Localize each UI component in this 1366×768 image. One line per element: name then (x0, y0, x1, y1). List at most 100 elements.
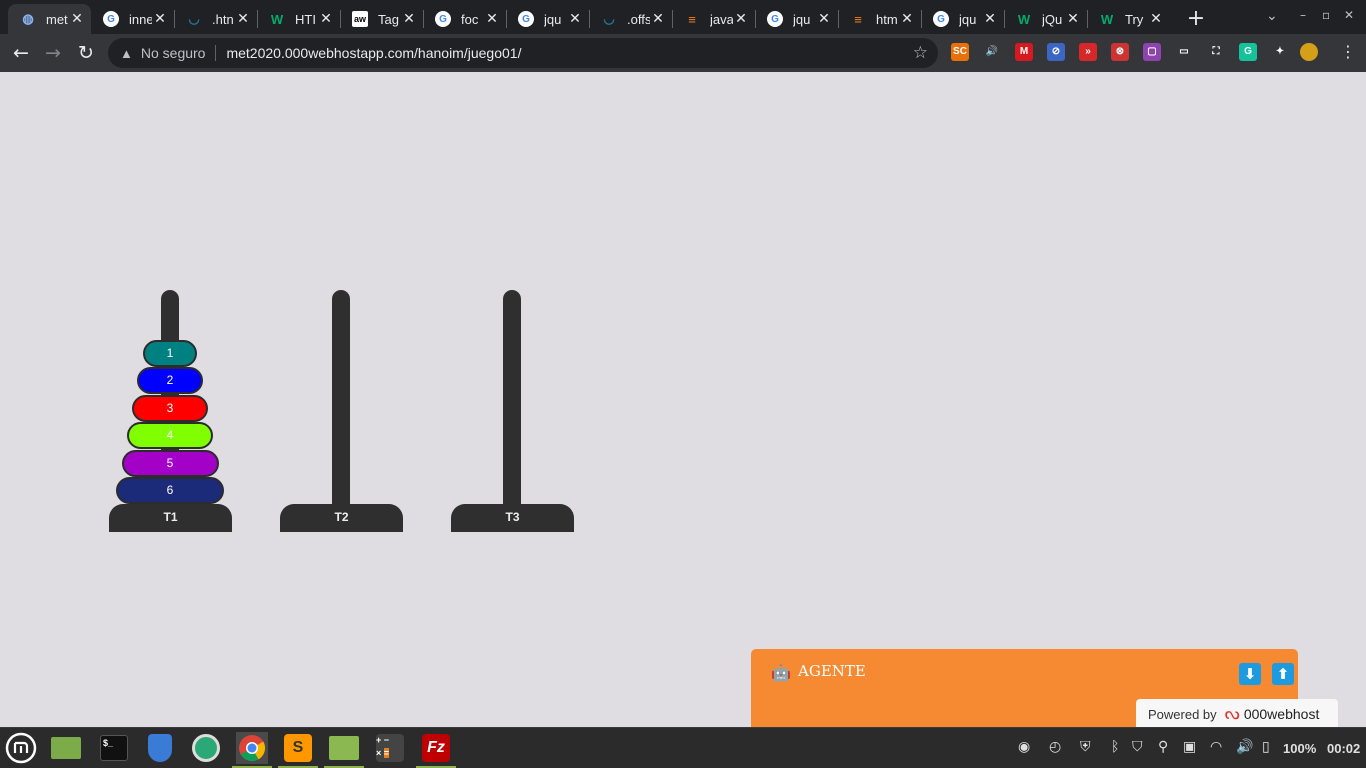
volume-icon[interactable]: 🔊 (1236, 738, 1253, 755)
new-tab-button[interactable]: + (1185, 6, 1207, 31)
wifi-icon[interactable]: ◠ (1210, 738, 1222, 755)
bookmark-star-icon[interactable]: ☆ (913, 43, 928, 63)
screenshot-icon[interactable]: ⛶ (1207, 43, 1225, 61)
restore-button[interactable]: ▫ (1322, 8, 1330, 22)
puzzle-icon[interactable]: ✦ (1271, 43, 1289, 61)
browser-tab[interactable]: Ginne ✕ (91, 4, 174, 34)
blocker-icon[interactable]: ⊗ (1111, 43, 1129, 61)
forward-icon[interactable]: → (40, 40, 66, 66)
no-tracking-icon[interactable]: ⊘ (1047, 43, 1065, 61)
tower-rod (332, 290, 350, 510)
tab-close-icon[interactable]: ✕ (1148, 11, 1164, 27)
file-manager-icon[interactable] (324, 732, 364, 768)
vpn-shield-icon[interactable] (144, 732, 176, 764)
tab-close-icon[interactable]: ✕ (484, 11, 500, 27)
tab-close-icon[interactable]: ✕ (235, 11, 251, 27)
powered-by-badge[interactable]: Powered by ᔓ 000webhost (1136, 699, 1338, 729)
agent-up-button[interactable]: ⬆ (1272, 663, 1294, 685)
google-icon: G (518, 11, 534, 27)
tab-close-icon[interactable]: ✕ (733, 11, 749, 27)
disk-4[interactable]: 4 (127, 422, 213, 450)
disk-5[interactable]: 5 (121, 449, 219, 477)
tab-close-icon[interactable]: ✕ (816, 11, 832, 27)
update-shield-icon[interactable]: ⛉ (1132, 738, 1143, 755)
webhost-logo-icon: ᔓ (1224, 704, 1240, 723)
battery-icon[interactable]: ▯ (1262, 738, 1270, 755)
speaker-icon[interactable]: 🔊 (983, 43, 1001, 61)
mendeley-icon[interactable]: M (1015, 43, 1033, 61)
show-desktop-icon[interactable] (50, 732, 82, 764)
tower-t3[interactable]: T3 (451, 290, 574, 532)
w3schools-icon: W (1100, 11, 1114, 27)
tab-close-icon[interactable]: ✕ (1065, 11, 1081, 27)
browser-tab[interactable]: WjQu ✕ (1004, 4, 1087, 34)
minimize-button[interactable]: – (1300, 8, 1306, 22)
disk-6[interactable]: 6 (116, 477, 224, 504)
browser-tab[interactable]: ≡ java ✕ (672, 4, 755, 34)
clock-time[interactable]: 00:02 (1327, 741, 1360, 756)
mint-menu-icon[interactable] (5, 732, 37, 764)
tower-base[interactable]: T3 (451, 504, 574, 532)
tab-close-icon[interactable]: ✕ (650, 11, 666, 27)
robot-icon: 🤖 (771, 663, 791, 682)
reload-icon[interactable]: ↻ (73, 40, 99, 66)
battery-percent[interactable]: 100% (1283, 741, 1316, 756)
close-window-button[interactable]: ✕ (1344, 8, 1354, 22)
browser-tab[interactable]: ◍ met ✕ (8, 4, 91, 34)
calculator-icon[interactable]: + − × = (374, 732, 406, 764)
tab-title: Try (1125, 11, 1144, 27)
disk-3[interactable]: 3 (132, 394, 208, 422)
tab-close-icon[interactable]: ✕ (567, 11, 583, 27)
tab-search-icon[interactable]: ⌄ (1266, 8, 1278, 24)
browser-tab[interactable]: Gjqu ✕ (921, 4, 1004, 34)
sync-app-icon[interactable] (190, 732, 222, 764)
browser-tab[interactable]: ◡ .offs ✕ (589, 4, 672, 34)
browser-menu-icon[interactable]: ⋮ (1340, 42, 1356, 61)
tab-close-icon[interactable]: ✕ (982, 11, 998, 27)
filezilla-icon[interactable]: Fz (416, 732, 456, 768)
security-label[interactable]: No seguro (141, 45, 206, 61)
browser-tab[interactable]: ≡ htm ✕ (838, 4, 921, 34)
square-ext-icon[interactable]: ▢ (1143, 43, 1161, 61)
fast-forward-icon[interactable]: » (1079, 43, 1097, 61)
clock-app-icon[interactable]: ◴ (1049, 738, 1061, 755)
disk-2[interactable]: 2 (137, 367, 203, 395)
tab-close-icon[interactable]: ✕ (401, 11, 417, 27)
chrome-taskbar-icon[interactable] (232, 732, 272, 768)
browser-tab[interactable]: Gfoc ✕ (423, 4, 506, 34)
notes-icon[interactable]: ▣ (1183, 738, 1196, 755)
sublime-text-icon[interactable]: S (278, 732, 318, 768)
bluetooth-icon[interactable]: ᛒ (1111, 738, 1119, 754)
cast-icon[interactable]: ▭ (1175, 43, 1193, 61)
tab-title: met (46, 11, 68, 27)
warning-icon[interactable]: ▲ (120, 46, 133, 61)
browser-tab[interactable]: Gjqu ✕ (506, 4, 589, 34)
tab-close-icon[interactable]: ✕ (899, 11, 915, 27)
browser-tab[interactable]: Gjqu ✕ (755, 4, 838, 34)
redshift-icon[interactable]: ⚲ (1158, 738, 1168, 755)
disk-1[interactable]: 1 (143, 340, 197, 367)
shield-tray-icon[interactable]: ⛨ (1080, 738, 1091, 755)
screen-record-icon[interactable]: ◉ (1018, 738, 1030, 755)
profile-avatar[interactable] (1300, 43, 1318, 61)
tab-close-icon[interactable]: ✕ (152, 11, 168, 27)
url-text[interactable]: met2020.000webhostapp.com/hanoim/juego01… (226, 45, 521, 61)
sc-extension-icon[interactable]: SC (951, 43, 969, 61)
grammarly-icon[interactable]: G (1239, 43, 1257, 61)
address-bar[interactable]: ▲ No seguro met2020.000webhostapp.com/ha… (108, 38, 938, 68)
tower-base[interactable]: T1 (109, 504, 232, 532)
tower-base[interactable]: T2 (280, 504, 403, 532)
tower-t1[interactable]: T1 1 2 3 4 5 6 (109, 290, 232, 532)
agent-down-button[interactable]: ⬇ (1239, 663, 1261, 685)
browser-tab[interactable]: W Try ✕ (1087, 4, 1170, 34)
browser-tab[interactable]: aw Tag ✕ (340, 4, 423, 34)
aw-icon: aw (352, 11, 368, 27)
tab-close-icon[interactable]: ✕ (69, 11, 85, 27)
browser-tab[interactable]: ◡ .htn ✕ (174, 4, 257, 34)
back-icon[interactable]: ← (8, 40, 34, 66)
powered-by-brand: 000webhost (1243, 706, 1320, 722)
tab-close-icon[interactable]: ✕ (318, 11, 334, 27)
tower-t2[interactable]: T2 (280, 290, 403, 532)
browser-tab[interactable]: W HTI ✕ (257, 4, 340, 34)
terminal-icon[interactable]: $_ (98, 732, 130, 764)
